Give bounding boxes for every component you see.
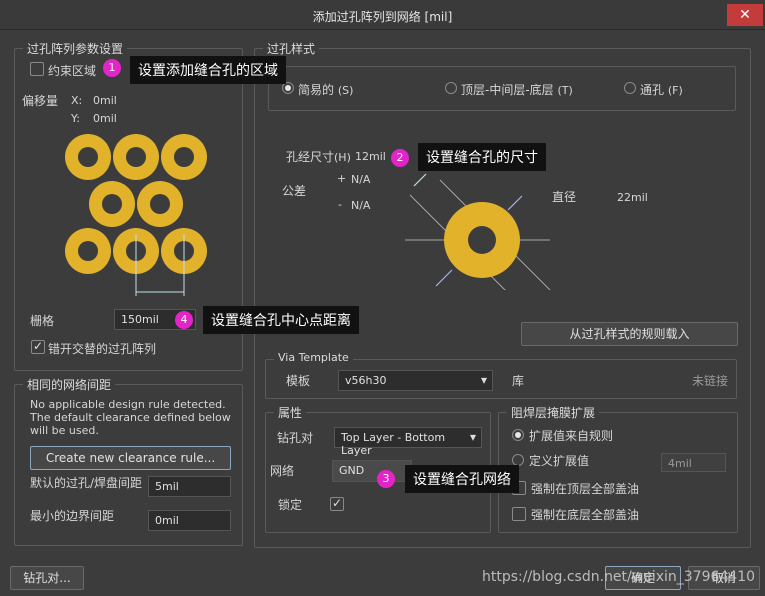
offset-x-label: X: [71,94,83,107]
via-pad-clearance-label: 默认的过孔/焊盘间距 [30,476,143,490]
tolerance-minus-value[interactable]: N/A [351,199,370,212]
via-diagram-hole [468,226,496,254]
annotation-callout-2: 设置缝合孔的尺寸 [418,143,546,171]
template-value: v56h30 [345,374,387,387]
watermark-text: https://blog.csdn.net/weixin_37964410 [482,569,756,585]
style-top-mid-bottom-radio[interactable] [445,82,457,94]
hole-size-key: (H) [334,151,351,164]
tolerance-minus-sign: - [338,198,342,211]
style-through-text: 通孔 [640,83,665,97]
array-params-title: 过孔阵列参数设置 [23,40,128,57]
via-style-title: 过孔样式 [263,40,320,57]
stagger-checkbox[interactable] [31,339,45,354]
offset-x-value: 0mil [93,94,117,107]
template-label: 模板 [286,374,311,388]
net-label: 网络 [270,464,295,478]
via-array-preview [65,134,207,296]
annotation-callout-4: 设置缝合孔中心点距离 [203,306,359,334]
offset-y-value: 0mil [93,112,117,125]
lock-checkbox[interactable] [330,496,344,511]
style-through-key: (F) [667,84,683,97]
force-bottom-checkbox[interactable] [512,507,526,521]
clearance-msg-1: No applicable design rule detected. [30,398,226,411]
style-top-mid-bottom-key: (T) [557,84,573,97]
mask-custom-label: 定义扩展值 [529,454,590,468]
hole-size-label: 孔经尺寸(H) [286,148,351,165]
grid-label: 栅格 [30,314,55,328]
mask-rule-label: 扩展值来自规则 [529,429,614,443]
style-simple-text: 简易的 [298,83,335,97]
style-through-label: 通孔 (F) [640,81,683,98]
tolerance-plus-value[interactable]: N/A [351,173,370,186]
net-dropdown[interactable]: GND [332,460,412,482]
style-simple-key: (S) [337,84,354,97]
style-simple-label: 简易的 (S) [298,81,353,98]
window-title: 添加过孔阵列到网络 [mil] [312,10,453,24]
force-bottom-label: 强制在底层全部盖油 [531,508,640,522]
style-top-mid-bottom-label: 顶层-中间层-底层 (T) [461,81,573,98]
close-button[interactable]: ✕ [727,4,763,26]
hole-size-value[interactable]: 12mil [355,150,386,163]
via-template-group: Via Template [265,351,737,399]
drill-pair-dropdown[interactable]: Top Layer - Bottom Layer [334,427,482,457]
style-top-mid-bottom-text: 顶层-中间层-底层 [461,83,554,97]
lock-label: 锁定 [278,498,303,512]
annotation-badge-4: 4 [175,311,193,329]
min-edge-input[interactable]: 0mil [148,510,231,531]
library-label: 库 [512,374,525,388]
create-clearance-rule-button[interactable]: Create new clearance rule... [30,446,231,470]
force-top-label: 强制在顶层全部盖油 [531,482,640,496]
library-status: 未链接 [692,374,729,388]
offset-y-label: Y: [71,112,80,125]
clearance-msg-2: The default clearance defined below [30,411,231,424]
stagger-label: 错开交替的过孔阵列 [48,342,157,356]
drill-pairs-button[interactable]: 钻孔对... [10,566,84,590]
clearance-msg-3: will be used. [30,424,99,437]
net-value: GND [339,464,365,477]
solder-mask-title: 阻焊层掩膜扩展 [507,404,600,421]
load-from-rule-button[interactable]: 从过孔样式的规则载入 [521,322,738,346]
constrain-checkbox[interactable] [30,62,44,76]
via-pad-clearance-input[interactable]: 5mil [148,476,231,497]
mask-rule-radio[interactable] [512,429,524,441]
tolerance-label: 公差 [282,184,307,198]
mask-custom-input[interactable]: 4mil [661,453,726,472]
hole-size-text: 孔经尺寸 [286,150,335,164]
via-size-diagram [405,173,551,290]
annotation-badge-1: 1 [103,59,121,77]
constrain-label: 约束区域 [48,64,97,78]
annotation-callout-3: 设置缝合孔网络 [405,465,519,493]
template-dropdown[interactable]: v56h30 [338,370,493,391]
tolerance-plus-sign: + [337,172,347,185]
via-template-title: Via Template [274,351,353,364]
style-through-radio[interactable] [624,82,636,94]
min-edge-label: 最小的边界间距 [30,509,115,523]
properties-title: 属性 [274,404,307,421]
annotation-badge-3: 3 [377,470,395,488]
drill-pair-label: 钻孔对 [277,431,314,445]
title-bar: 添加过孔阵列到网络 [mil] [0,0,765,30]
annotation-badge-2: 2 [391,149,409,167]
annotation-callout-1: 设置添加缝合孔的区域 [130,56,286,84]
clearance-title: 相同的网络间距 [23,376,116,393]
offset-label: 偏移量 [22,94,59,108]
diameter-value[interactable]: 22mil [617,191,648,204]
